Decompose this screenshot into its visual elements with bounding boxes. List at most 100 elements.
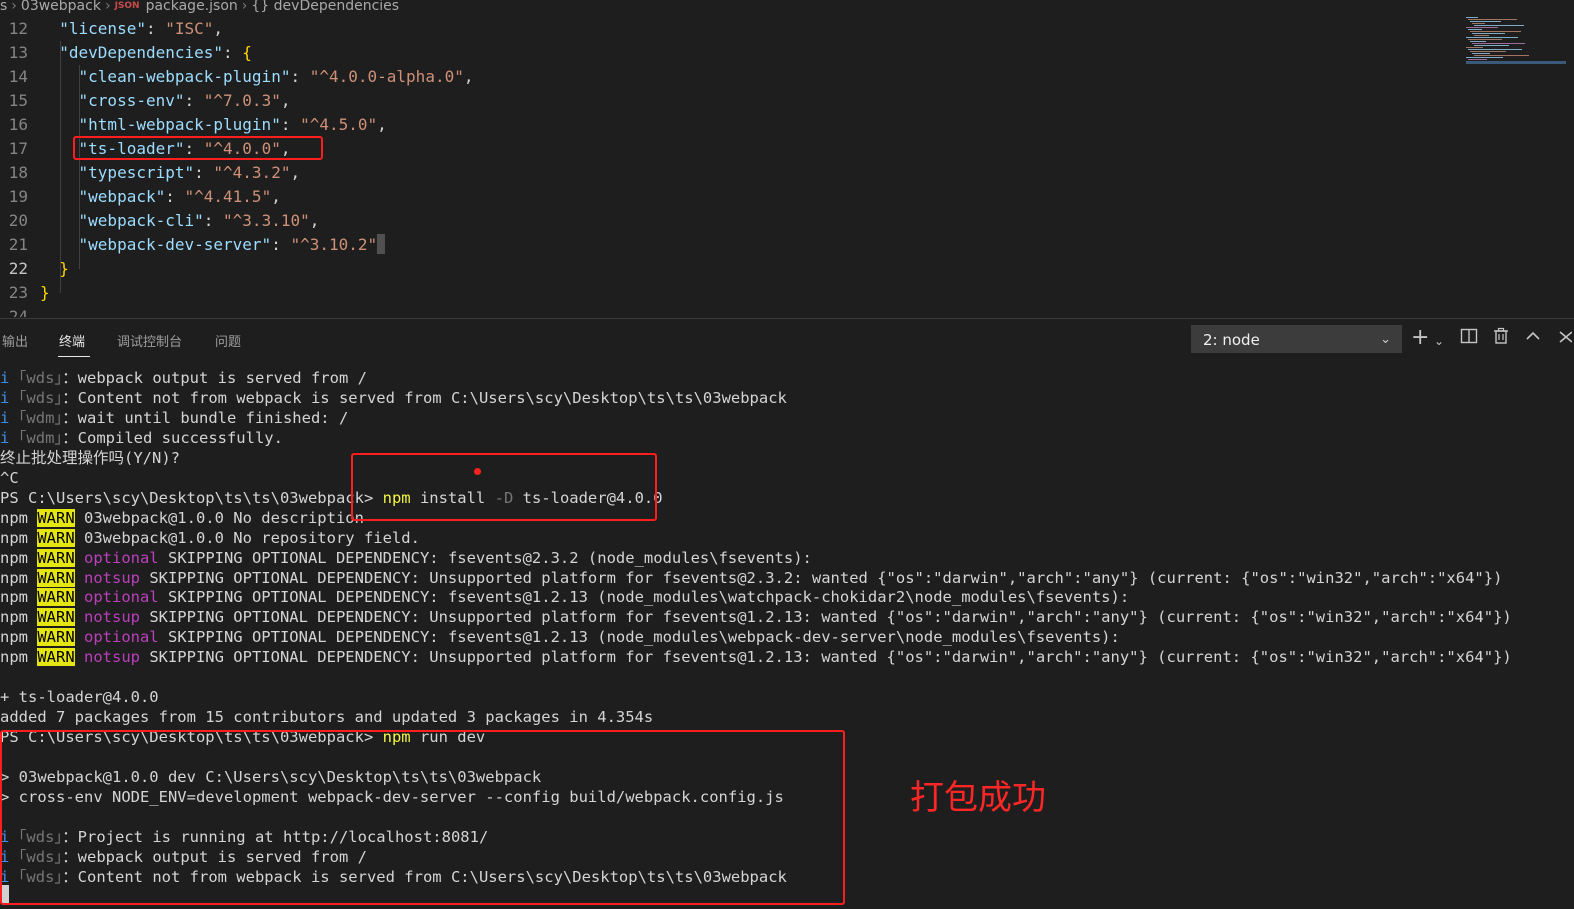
minimap[interactable]	[1466, 17, 1566, 65]
code-line[interactable]: 19 "webpack": "^4.41.5",	[0, 185, 1460, 209]
split-terminal-icon[interactable]	[1460, 327, 1478, 349]
terminal-line: ^C	[0, 468, 19, 488]
code-line[interactable]: 20 "webpack-cli": "^3.3.10",	[0, 209, 1460, 233]
line-number: 23	[8, 283, 28, 302]
terminal-text: ：Content not from webpack is served from…	[62, 388, 787, 407]
code-token: :	[145, 19, 166, 38]
terminal-text: optional	[74, 588, 159, 607]
minimap-line	[1472, 23, 1485, 24]
trash-icon[interactable]	[1492, 327, 1510, 349]
terminal-line: i ｢wds｣：webpack output is served from /	[0, 368, 367, 388]
code-token: "^7.0.3"	[203, 91, 281, 110]
minimap-line	[1470, 51, 1506, 52]
tab-output[interactable]: 输出	[2, 331, 28, 350]
terminal-text: i	[0, 428, 10, 447]
terminal-text: npm	[0, 648, 38, 667]
chevron-down-icon[interactable]: ⌄	[1434, 330, 1444, 352]
code-line[interactable]: 12 "license": "ISC",	[0, 17, 1460, 41]
terminal-text: ｢wds｣	[9, 369, 63, 387]
minimap-line	[1474, 45, 1509, 46]
tab-problems[interactable]: 问题	[215, 331, 241, 350]
terminal-text: SKIPPING OPTIONAL DEPENDENCY: Unsupporte…	[139, 648, 1512, 667]
terminal-text: npm	[0, 508, 38, 527]
json-file-icon: JSON	[114, 1, 140, 11]
code-line[interactable]: 14 "clean-webpack-plugin": "^4.0.0-alpha…	[0, 65, 1460, 89]
close-icon[interactable]	[1558, 327, 1573, 349]
warn-badge: WARN	[37, 628, 75, 647]
code-token: {	[242, 43, 252, 62]
minimap-line	[1472, 53, 1490, 54]
code-line[interactable]: 21 "webpack-dev-server": "^3.10.2"	[0, 233, 1460, 257]
warn-badge: WARN	[37, 648, 75, 667]
code-token: "webpack-dev-server"	[40, 235, 272, 254]
minimap-line	[1468, 49, 1522, 50]
code-editor[interactable]: 12 "license": "ISC", 13 "devDependencies"…	[0, 17, 1574, 317]
minimap-line	[1470, 41, 1486, 42]
terminal-text: npm	[0, 528, 38, 547]
code-token: "clean-webpack-plugin"	[40, 67, 291, 86]
code-token: "html-webpack-plugin"	[40, 115, 281, 134]
panel-tab-bar: 输出 终端 调试控制台 问题 2: node ⌄ + ⌄	[0, 319, 1574, 359]
code-token: "^4.41.5"	[184, 187, 272, 206]
terminal-text: + ts-loader@4.0.0	[0, 688, 159, 707]
minimap-line	[1470, 21, 1501, 22]
terminal-text: PS C:\Users\scy\Desktop\ts\ts\03webpack>	[0, 488, 383, 507]
tab-debug-console[interactable]: 调试控制台	[117, 331, 182, 350]
code-line[interactable]: 15 "cross-env": "^7.0.3",	[0, 89, 1460, 113]
line-number: 19	[8, 187, 28, 206]
code-text: "webpack-cli": "^3.3.10",	[40, 209, 320, 233]
line-number: 17	[8, 139, 28, 158]
code-text: "webpack-dev-server": "^3.10.2"	[40, 233, 386, 257]
code-text: "webpack": "^4.41.5",	[40, 185, 281, 209]
minimap-line	[1468, 39, 1502, 40]
breadcrumb-folder[interactable]: 03webpack	[21, 0, 101, 14]
code-token: "^3.3.10"	[223, 211, 310, 230]
tab-terminal[interactable]: 终端	[59, 331, 85, 350]
line-number: 21	[8, 235, 28, 254]
warn-badge: WARN	[37, 608, 75, 627]
code-text: "clean-webpack-plugin": "^4.0.0-alpha.0"…	[40, 65, 474, 89]
terminal-text: npm	[0, 588, 38, 607]
code-line[interactable]: 16 "html-webpack-plugin": "^4.5.0",	[0, 113, 1460, 137]
highlight-run-dev	[0, 730, 845, 905]
line-number: 22	[8, 259, 28, 278]
plus-icon[interactable]: +	[1411, 327, 1429, 349]
terminal-text: SKIPPING OPTIONAL DEPENDENCY: fsevents@1…	[158, 628, 1120, 647]
highlight-ts-loader-line	[73, 136, 323, 160]
terminal-line: npm WARN optional SKIPPING OPTIONAL DEPE…	[0, 587, 1129, 607]
terminal-text: SKIPPING OPTIONAL DEPENDENCY: fsevents@2…	[158, 548, 812, 567]
code-line[interactable]: 22 }	[0, 257, 1460, 281]
line-number: 14	[8, 67, 28, 86]
terminal-text: npm	[0, 608, 38, 627]
active-tab-indicator	[58, 356, 90, 357]
terminal-line: i ｢wdm｣：Compiled successfully.	[0, 428, 283, 448]
minimap-line	[1466, 27, 1498, 28]
minimap-line	[1474, 25, 1524, 26]
code-token: ,	[271, 187, 281, 206]
terminal-text: optional	[74, 548, 159, 567]
code-line[interactable]: 23}	[0, 281, 1460, 305]
code-token: "^4.3.2"	[213, 163, 291, 182]
terminal-line: npm WARN notsup SKIPPING OPTIONAL DEPEND…	[0, 568, 1502, 588]
breadcrumb-symbol[interactable]: devDependencies	[274, 0, 399, 14]
terminal-select[interactable]: 2: node ⌄	[1191, 325, 1402, 353]
breadcrumb-file[interactable]: package.json	[146, 0, 238, 14]
breadcrumb-seg1[interactable]: s	[0, 0, 7, 14]
minimap-line	[1466, 47, 1483, 48]
terminal-text: added 7 packages from 15 contributors an…	[0, 708, 654, 727]
code-token: :	[271, 235, 291, 254]
minimap-line	[1470, 31, 1521, 32]
code-line[interactable]: 24	[0, 305, 1460, 317]
code-line[interactable]: 13 "devDependencies": {	[0, 41, 1460, 65]
warn-badge: WARN	[37, 548, 75, 567]
code-token: }	[40, 283, 50, 302]
chevron-up-icon[interactable]	[1525, 327, 1541, 349]
minimap-slider[interactable]	[1466, 61, 1566, 64]
terminal-text: i	[0, 408, 10, 427]
terminal-text: notsup	[74, 568, 140, 587]
terminal-text: i	[0, 388, 10, 407]
code-line[interactable]: 18 "typescript": "^4.3.2",	[0, 161, 1460, 185]
terminal-text: notsup	[74, 648, 140, 667]
terminal-line: i ｢wds｣：Content not from webpack is serv…	[0, 388, 787, 408]
terminal-line: i ｢wdm｣：wait until bundle finished: /	[0, 408, 348, 428]
